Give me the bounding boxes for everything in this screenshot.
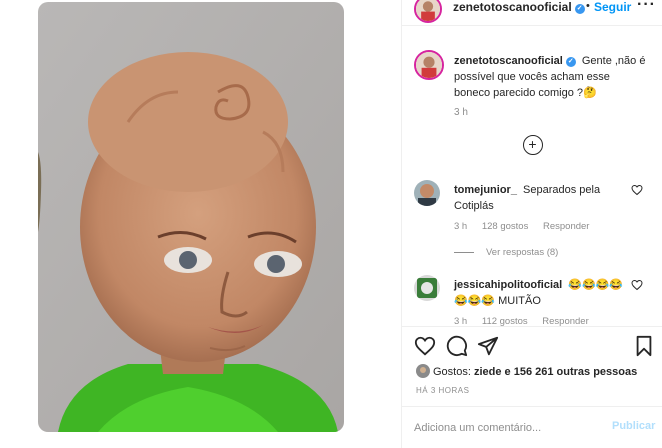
reply-button[interactable]: Responder bbox=[543, 221, 589, 232]
comment-username[interactable]: tomejunior_ bbox=[454, 184, 517, 196]
comment-likes[interactable]: 128 gostos bbox=[482, 221, 528, 232]
post-details-pane: zenetotoscanooficial ✓ • Seguir ··· zenet… bbox=[401, 0, 662, 448]
view-replies-button[interactable]: Ver respostas (8) bbox=[454, 247, 558, 258]
caption-text-block: zenetotoscanooficial ✓ Gente ,não é possí… bbox=[454, 53, 649, 101]
comment-icon[interactable] bbox=[446, 335, 468, 357]
post-header: zenetotoscanooficial ✓ • Seguir ··· bbox=[402, 0, 662, 26]
comment-time: 3 h bbox=[454, 221, 468, 232]
likes-count[interactable]: e 156 261 outras pessoas bbox=[505, 366, 638, 378]
verified-icon: ✓ bbox=[565, 57, 576, 67]
heart-icon[interactable] bbox=[414, 335, 436, 357]
load-more-comments-button[interactable]: + bbox=[523, 135, 543, 155]
bookmark-icon[interactable] bbox=[633, 335, 655, 357]
comment-input[interactable] bbox=[414, 419, 594, 437]
post-media-pane bbox=[0, 0, 400, 448]
add-circle-icon: + bbox=[528, 136, 537, 152]
commenter-avatar[interactable] bbox=[414, 275, 440, 301]
separator-dot: • bbox=[586, 0, 590, 12]
author-username[interactable]: zenetotoscanooficial ✓ bbox=[453, 0, 585, 14]
comment-text-block: tomejunior_ Separados pela Cotiplás bbox=[454, 182, 624, 214]
liker-avatar bbox=[416, 364, 430, 378]
caption-time: 3 h bbox=[454, 107, 468, 118]
post-timestamp: HÁ 3 HORAS bbox=[416, 386, 470, 395]
comment-text-block: jessicahipolitooficial 😂😂😂😂😂😂😂 MUITÃO bbox=[454, 277, 624, 309]
heart-icon[interactable] bbox=[631, 184, 643, 196]
post-photo[interactable] bbox=[38, 2, 344, 432]
share-icon[interactable] bbox=[477, 335, 499, 357]
liker-username[interactable]: ziede bbox=[474, 366, 502, 378]
commenter-avatar[interactable] bbox=[414, 180, 440, 206]
more-options-icon[interactable]: ··· bbox=[637, 0, 656, 14]
post-comment-button[interactable]: Publicar bbox=[612, 420, 655, 432]
comment-username[interactable]: jessicahipolitooficial bbox=[454, 279, 562, 291]
replies-divider bbox=[454, 251, 474, 253]
caption-avatar[interactable] bbox=[414, 50, 444, 80]
caption-username[interactable]: zenetotoscanooficial ✓ bbox=[454, 55, 576, 67]
likes-summary[interactable]: Gostos: ziede e 156 261 outras pessoas bbox=[416, 364, 637, 378]
post-actions: Gostos: ziede e 156 261 outras pessoas H… bbox=[402, 326, 662, 406]
doll-photo-illustration bbox=[38, 2, 344, 432]
comment-meta: 3 h 128 gostos Responder bbox=[454, 221, 601, 232]
add-comment-bar: Publicar bbox=[402, 406, 662, 448]
follow-button[interactable]: Seguir bbox=[594, 0, 631, 14]
author-avatar[interactable] bbox=[414, 0, 442, 23]
verified-icon: ✓ bbox=[574, 4, 585, 14]
heart-icon[interactable] bbox=[631, 279, 643, 291]
